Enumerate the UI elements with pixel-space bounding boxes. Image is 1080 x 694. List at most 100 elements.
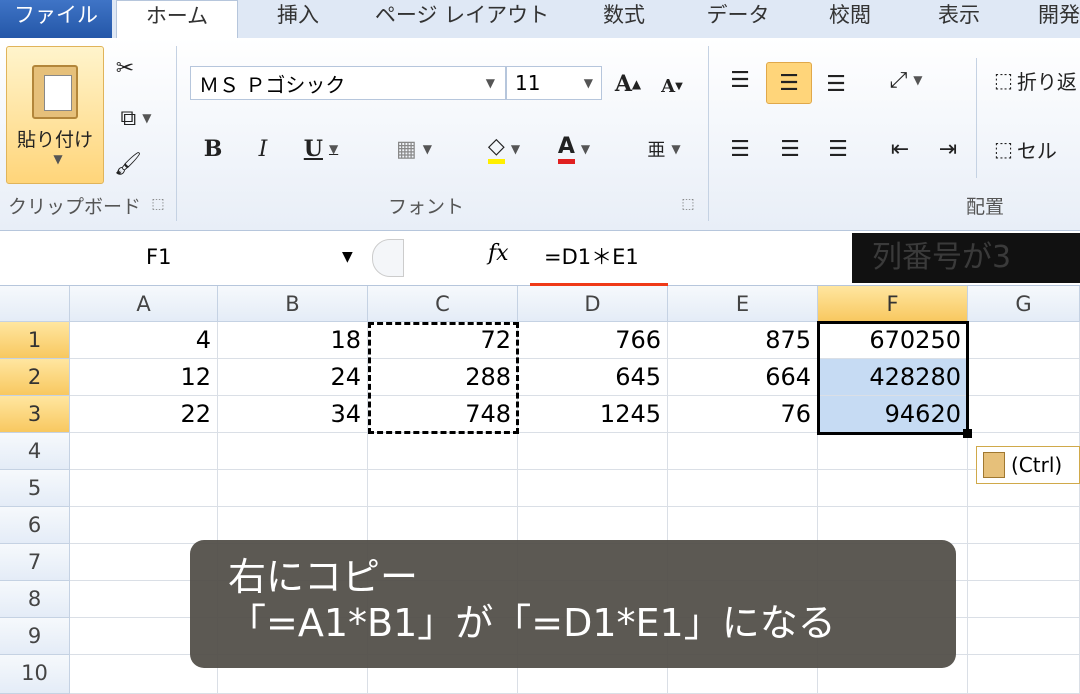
paste-options-button[interactable]: (Ctrl)	[976, 446, 1080, 484]
fx-icon[interactable]: fx	[488, 241, 509, 266]
paste-button[interactable]: 貼り付け ▼	[6, 46, 104, 184]
column-header-b[interactable]: B	[218, 286, 368, 322]
dialog-launcher-icon[interactable]: ⬚	[676, 192, 700, 216]
row-header-4[interactable]: 4	[0, 433, 70, 470]
cell-c6[interactable]	[368, 507, 518, 544]
align-middle-icon[interactable]: ☰	[766, 62, 812, 104]
font-name-select[interactable]: ＭＳ Ｐゴシック ▼	[190, 66, 506, 100]
cell-g3[interactable]	[968, 396, 1080, 433]
cell-a2[interactable]: 12	[70, 359, 218, 396]
cell-d4[interactable]	[518, 433, 668, 470]
cell-d5[interactable]	[518, 470, 668, 507]
tab-page-layout[interactable]: ページ レイアウト	[356, 0, 568, 38]
decrease-indent-icon[interactable]: ⇤	[882, 130, 918, 168]
chevron-down-icon: ▼	[53, 151, 63, 166]
cell-e4[interactable]	[668, 433, 818, 470]
align-right-icon[interactable]: ☰	[820, 130, 856, 168]
row-header-9[interactable]: 9	[0, 618, 70, 655]
row-header-10[interactable]: 10	[0, 655, 70, 694]
row-header-5[interactable]: 5	[0, 470, 70, 507]
row-header-7[interactable]: 7	[0, 544, 70, 581]
cell-b4[interactable]	[218, 433, 368, 470]
cell-g2[interactable]	[968, 359, 1080, 396]
bold-button[interactable]: B	[196, 130, 230, 168]
row-header-8[interactable]: 8	[0, 581, 70, 618]
cell-g6[interactable]	[968, 507, 1080, 544]
row-header-2[interactable]: 2	[0, 359, 70, 396]
select-all-corner[interactable]	[0, 286, 70, 322]
cell-a6[interactable]	[70, 507, 218, 544]
cell-e5[interactable]	[668, 470, 818, 507]
cell-d6[interactable]	[518, 507, 668, 544]
cell-d3[interactable]: 1245	[518, 396, 668, 433]
cell-b5[interactable]	[218, 470, 368, 507]
dialog-launcher-icon[interactable]: ⬚	[146, 192, 170, 216]
formula-input[interactable]: =D1＊E1	[528, 237, 850, 277]
cell-c4[interactable]	[368, 433, 518, 470]
cell-f5[interactable]	[818, 470, 968, 507]
cell-d2[interactable]: 645	[518, 359, 668, 396]
cell-d1[interactable]: 766	[518, 322, 668, 359]
cell-g9[interactable]	[968, 618, 1080, 655]
underline-button[interactable]: U ▼	[294, 130, 348, 168]
cell-f6[interactable]	[818, 507, 968, 544]
copy-icon[interactable]: ⧉ ▼	[108, 100, 164, 136]
tab-insert[interactable]: 挿入	[250, 0, 346, 38]
align-bottom-icon[interactable]: ☰	[818, 66, 854, 102]
cell-b3[interactable]: 34	[218, 396, 368, 433]
tab-developer[interactable]: 開発	[1024, 0, 1080, 38]
column-header-d[interactable]: D	[518, 286, 668, 322]
font-color-button[interactable]: A ▼	[544, 130, 604, 168]
cell-a3[interactable]: 22	[70, 396, 218, 433]
decrease-font-size-icon[interactable]: A ▼	[654, 68, 690, 104]
column-header-e[interactable]: E	[668, 286, 818, 322]
cell-e2[interactable]: 664	[668, 359, 818, 396]
cell-b2[interactable]: 24	[218, 359, 368, 396]
align-top-icon[interactable]: ☰	[722, 62, 758, 98]
cell-e1[interactable]: 875	[668, 322, 818, 359]
cut-icon[interactable]: ✂	[110, 50, 140, 86]
fill-color-icon[interactable]: ◇ ▼	[474, 130, 534, 168]
increase-indent-icon[interactable]: ⇥	[930, 130, 966, 168]
cell-a1[interactable]: 4	[70, 322, 218, 359]
tab-data[interactable]: データ	[690, 0, 786, 38]
cell-g10[interactable]	[968, 655, 1080, 694]
fill-handle[interactable]	[963, 429, 972, 438]
font-size-select[interactable]: 11 ▼	[506, 66, 602, 100]
align-center-icon[interactable]: ☰	[772, 130, 808, 168]
borders-icon[interactable]: ▦ ▼	[384, 130, 444, 168]
row-header-1[interactable]: 1	[0, 322, 70, 359]
column-header-g[interactable]: G	[968, 286, 1080, 322]
cell-g1[interactable]	[968, 322, 1080, 359]
row-header-6[interactable]: 6	[0, 507, 70, 544]
column-header-a[interactable]: A	[70, 286, 218, 322]
column-header-c[interactable]: C	[368, 286, 518, 322]
orientation-icon[interactable]: ⤢ ▼	[878, 62, 934, 98]
cell-a5[interactable]	[70, 470, 218, 507]
name-box[interactable]: F1 ▼	[0, 237, 368, 277]
italic-button[interactable]: I	[246, 130, 280, 168]
merge-cells-button[interactable]: ⬚ セル	[994, 130, 1080, 168]
cell-b6[interactable]	[218, 507, 368, 544]
cell-b1[interactable]: 18	[218, 322, 368, 359]
column-header-f[interactable]: F	[818, 286, 968, 322]
tab-formulas[interactable]: 数式	[578, 0, 670, 38]
cell-g8[interactable]	[968, 581, 1080, 618]
phonetic-icon[interactable]: 亜 ▼	[634, 130, 694, 168]
cell-g7[interactable]	[968, 544, 1080, 581]
format-painter-icon[interactable]: 🖌	[110, 146, 146, 182]
cell-a4[interactable]	[70, 433, 218, 470]
wrap-text-button[interactable]: ⬚ 折り返	[994, 62, 1080, 98]
tab-file[interactable]: ファイル	[0, 0, 112, 38]
row-header-3[interactable]: 3	[0, 396, 70, 433]
tab-home[interactable]: ホーム	[116, 0, 238, 41]
increase-font-size-icon[interactable]: A ▲	[610, 66, 646, 102]
tab-review[interactable]: 校閲	[806, 0, 894, 38]
cell-e6[interactable]	[668, 507, 818, 544]
align-left-icon[interactable]: ☰	[722, 130, 758, 168]
cell-c5[interactable]	[368, 470, 518, 507]
formula-bar-divider-handle[interactable]	[372, 239, 404, 277]
tab-view[interactable]: 表示	[914, 0, 1004, 38]
cell-f4[interactable]	[818, 433, 968, 470]
cell-e3[interactable]: 76	[668, 396, 818, 433]
